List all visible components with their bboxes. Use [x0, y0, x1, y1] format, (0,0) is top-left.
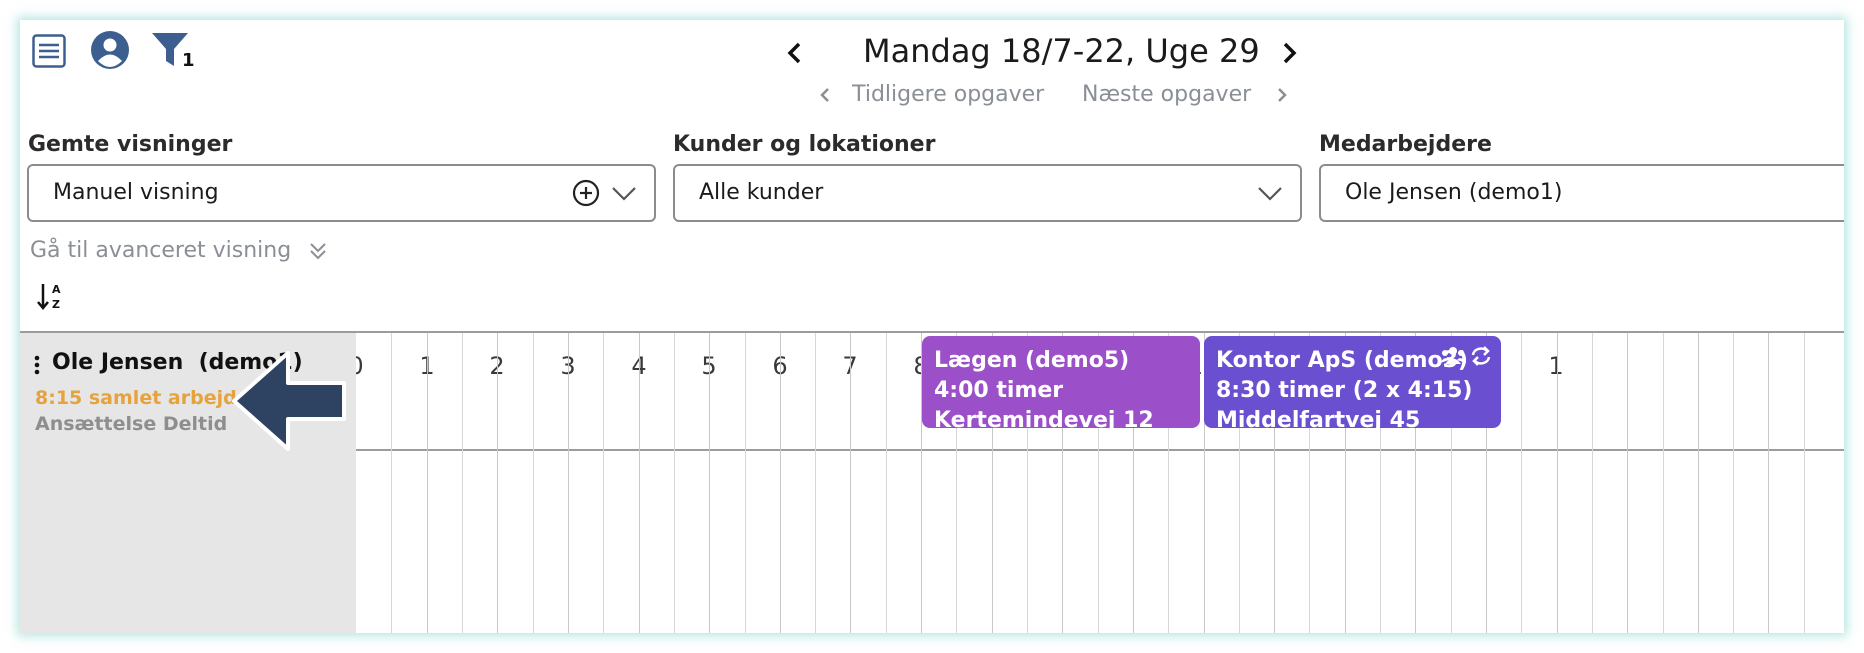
grid-line [850, 333, 851, 633]
event-address: Kertemindevej 12 [934, 408, 1154, 433]
grid-line [1733, 333, 1734, 633]
group-users-icon [1440, 347, 1466, 364]
grid-line [1698, 333, 1699, 633]
event-title: Lægen (demo5) [934, 348, 1130, 373]
grid-line [427, 333, 428, 633]
kebab-menu-icon[interactable] [33, 355, 41, 377]
grid-line [603, 333, 604, 633]
planner-window: 1 Mandag 18/7-22, Uge 29 Tidligere opgav… [20, 20, 1844, 633]
event-duration: 8:30 timer (2 x 4:15) [1216, 378, 1473, 403]
grid-line [639, 333, 640, 633]
event-address: Middelfartvej 45 [1216, 408, 1421, 433]
row-separator [356, 449, 1844, 451]
grid-line [886, 333, 887, 633]
grid-line [1768, 333, 1769, 633]
pointer-arrow-icon [232, 351, 346, 451]
event-duration: 4:00 timer [934, 378, 1064, 403]
grid-line [1521, 333, 1522, 633]
grid-line [1627, 333, 1628, 633]
grid-line [709, 333, 710, 633]
grid-line [1557, 333, 1558, 633]
grid-line [497, 333, 498, 633]
grid-line [745, 333, 746, 633]
grid-line [568, 333, 569, 633]
grid-line [1804, 333, 1805, 633]
grid-line [780, 333, 781, 633]
event-card[interactable]: Lægen (demo5) 4:00 timer Kertemindevej 1… [922, 336, 1200, 433]
grid-line [1592, 333, 1593, 633]
repeat-icon [1471, 346, 1491, 366]
employment-type: Ansættelse Deltid [35, 413, 228, 435]
event-card[interactable]: Kontor ApS (demo3) 8:30 timer (2 x 4:15)… [1204, 336, 1501, 433]
grid-line [391, 333, 392, 633]
grid-line [533, 333, 534, 633]
grid-line [1663, 333, 1664, 633]
grid-line [815, 333, 816, 633]
grid-line [674, 333, 675, 633]
grid-line [462, 333, 463, 633]
